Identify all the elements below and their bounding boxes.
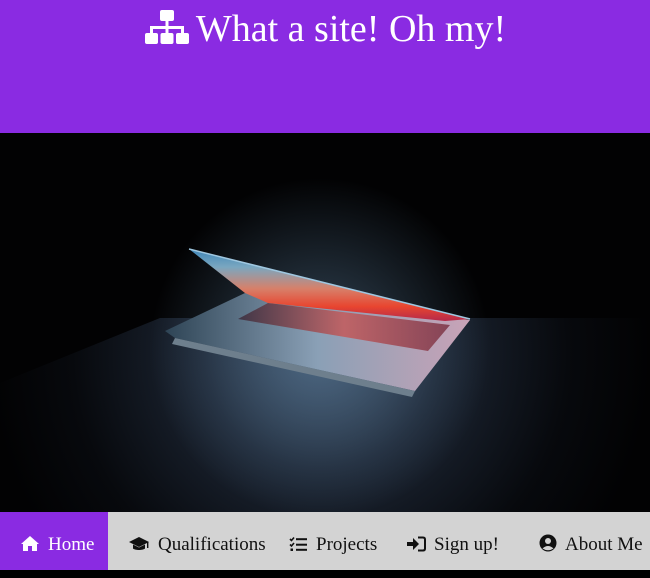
tasks-icon (289, 536, 307, 551)
page-title-text: What a site! Oh my! (195, 8, 507, 50)
user-circle-icon (539, 534, 557, 552)
site-header: What a site! Oh my! (0, 0, 650, 133)
nav-item-label: Home (48, 534, 95, 555)
nav-item-projects[interactable]: Projects (289, 512, 377, 570)
sitemap-icon (144, 10, 189, 44)
nav-item-label: Qualifications (158, 534, 266, 555)
graduation-cap-icon (129, 537, 149, 550)
sign-in-icon (407, 536, 426, 552)
main-nav: Home Qualifications Projects Sign up! Ab… (0, 512, 650, 570)
nav-item-home[interactable]: Home (0, 512, 108, 570)
nav-item-about-me[interactable]: About Me (539, 512, 643, 570)
page-title: What a site! Oh my! (0, 4, 650, 54)
nav-item-label: Sign up! (434, 534, 499, 555)
nav-item-sign-up[interactable]: Sign up! (406, 512, 499, 570)
nav-item-qualifications[interactable]: Qualifications (128, 512, 266, 570)
hero-image (0, 133, 650, 512)
nav-item-label: Projects (316, 534, 378, 555)
home-icon (21, 536, 39, 551)
nav-item-label: About Me (565, 534, 643, 555)
